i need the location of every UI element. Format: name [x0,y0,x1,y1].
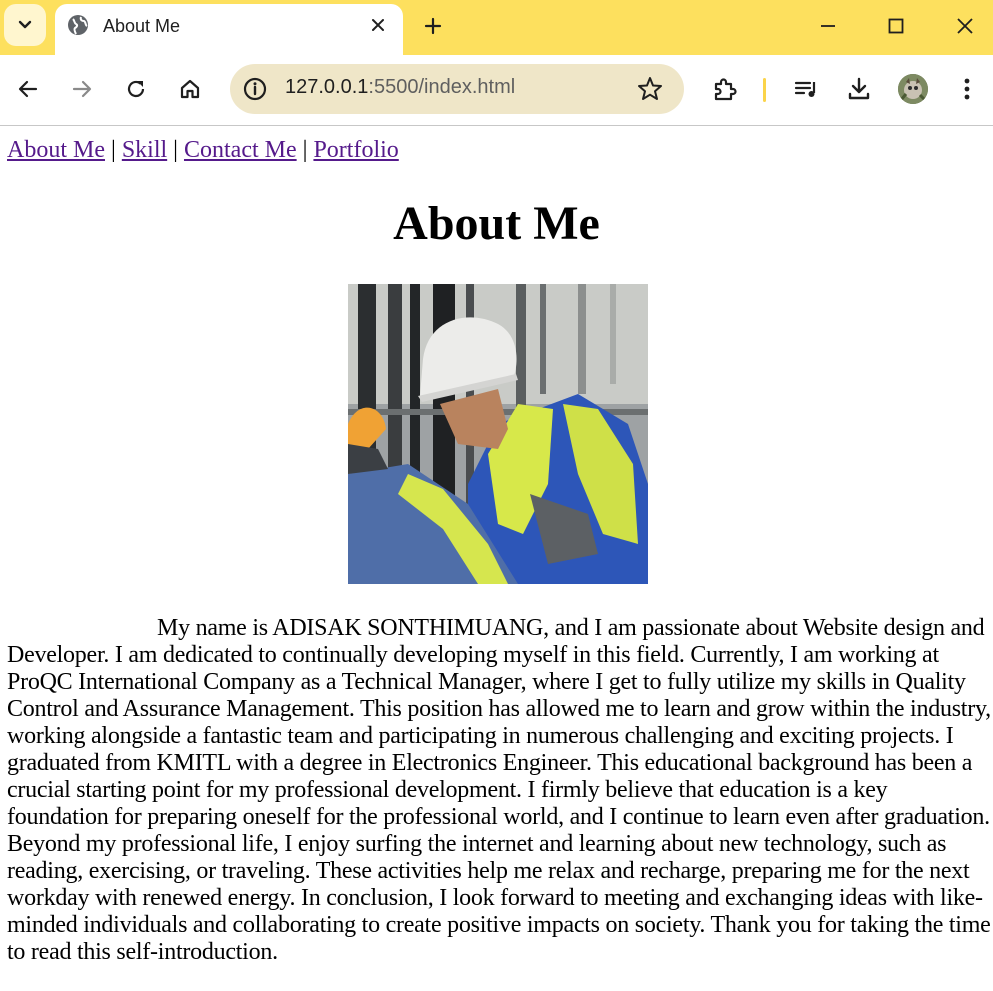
back-icon [18,80,38,98]
minimize-icon [821,25,835,27]
nav-separator: | [173,137,178,163]
tab-title: About Me [103,16,181,36]
download-button[interactable] [843,73,875,105]
nav-separator: | [111,137,116,163]
reload-button[interactable] [120,73,152,105]
page-viewport: About Me | Skill | Contact Me | Portfoli… [0,126,993,991]
tab-strip: About Me [0,0,993,55]
maximize-button[interactable] [876,8,916,44]
extensions-button[interactable] [709,73,741,105]
url-host: 127.0.0.1 [285,76,369,98]
nav-link-about-me[interactable]: About Me [7,137,105,163]
nav-link-portfolio[interactable]: Portfolio [313,137,398,163]
forward-icon [72,80,92,98]
active-tab[interactable]: About Me [55,4,403,55]
globe-icon [68,15,88,35]
nav-link-contact-me[interactable]: Contact Me [184,137,297,163]
profile-avatar[interactable] [898,74,928,104]
tab-search-icon [18,20,32,29]
nav-link-skill[interactable]: Skill [122,137,167,163]
page-title: About Me [393,197,600,250]
home-button[interactable] [174,73,206,105]
back-button[interactable] [12,73,44,105]
forward-button[interactable] [66,73,98,105]
window-close-icon [957,18,973,34]
maximize-icon [888,18,904,34]
profile-photo [348,284,648,584]
minimize-button[interactable] [808,8,848,44]
star-icon[interactable] [636,75,664,103]
media-icon [794,81,816,97]
home-icon [180,79,200,99]
site-info-icon[interactable] [242,76,268,102]
close-tab-button[interactable] [365,12,391,38]
browser-toolbar: 127.0.0.1:5500/index.html [0,55,993,126]
media-button[interactable] [790,73,822,105]
reload-icon [127,80,145,98]
menu-button[interactable] [951,73,983,105]
address-bar[interactable]: 127.0.0.1:5500/index.html [230,64,684,114]
plus-icon [424,17,442,35]
window-close-button[interactable] [945,8,985,44]
menu-icon [964,78,970,100]
avatar-image [898,74,928,104]
about-paragraph: My name is ADISAK SONTHIMUANG, and I am … [7,615,991,965]
url-path: :5500/index.html [368,76,516,98]
download-icon [848,77,870,100]
close-icon [372,19,384,31]
new-tab-button[interactable] [418,11,448,41]
nav-separator: | [302,137,308,163]
tab-search-button[interactable] [4,4,46,46]
url-text[interactable]: 127.0.0.1:5500/index.html [285,76,515,99]
toolbar-separator [763,78,766,102]
extensions-icon [714,78,737,101]
site-nav: About Me | Skill | Contact Me | Portfoli… [7,137,399,164]
